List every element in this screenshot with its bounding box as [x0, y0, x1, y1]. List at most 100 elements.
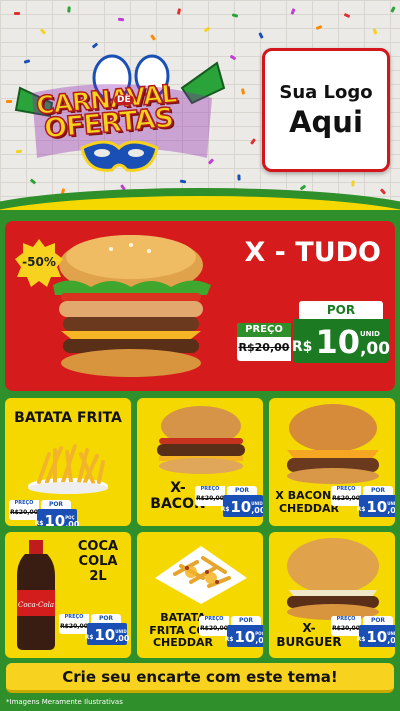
new-price-box: R$ 10 UNID ,00	[291, 319, 391, 363]
price-cents: ,00	[387, 506, 395, 515]
confetti-piece	[290, 8, 296, 15]
price-cents: ,00	[387, 636, 395, 645]
old-price-box: PREÇO R$20,00	[59, 614, 89, 634]
preco-label: PREÇO	[59, 614, 89, 621]
por-label: POR	[363, 616, 393, 625]
confetti-piece	[237, 174, 241, 181]
preco-label: PREÇO	[199, 616, 229, 623]
header-banner: CARNAVAL DE OFERTAS Sua Logo Aqui	[0, 0, 400, 210]
confetti-piece	[176, 8, 182, 15]
por-label: POR	[299, 301, 383, 319]
featured-product-name: X - TUDO	[244, 237, 381, 268]
product-price-tag: PREÇO R$20,00PORR$10POÇ,00	[9, 486, 80, 527]
svg-text:Coca-Cola: Coca-Cola	[18, 601, 54, 609]
preco-label: PREÇO	[9, 500, 39, 507]
new-price-box: R$10POÇ,00	[224, 625, 263, 647]
cta-banner[interactable]: Crie seu encarte com este tema!	[6, 663, 394, 693]
confetti-piece	[379, 188, 387, 195]
logo-text-line1: Sua Logo	[279, 81, 373, 103]
discount-badge-text: -50%	[22, 255, 56, 269]
confetti-piece	[343, 12, 351, 19]
confetti-piece	[67, 6, 71, 13]
product-card-batata-frita-cheddar[interactable]: BATATA FRITA COM CHEDDARPREÇOR$20,00PORR…	[137, 532, 263, 658]
confetti-piece	[14, 12, 20, 15]
old-price: R$20,00	[10, 509, 38, 516]
confetti-piece	[351, 180, 355, 187]
old-price: R$20,00	[60, 623, 88, 630]
preco-label: PREÇO	[331, 616, 361, 623]
new-price-box: R$10POÇ,00	[34, 509, 80, 527]
product-price-tag: PREÇO R$20,00PORR$10UNID,00	[331, 602, 395, 652]
old-price-box: PREÇO R$20,00	[195, 486, 225, 506]
price-cents: ,00	[65, 520, 80, 527]
por-label: POR	[231, 616, 261, 625]
preco-label: PREÇO	[195, 486, 225, 493]
confetti-piece	[315, 24, 323, 31]
product-card-x-bacon[interactable]: X- BACON PREÇO R$20,00 POR R$ 10 UNID ,00	[137, 398, 263, 526]
price-cents: ,00	[359, 339, 391, 359]
carnaval-de-label: DE	[114, 95, 134, 105]
confetti-piece	[258, 32, 264, 39]
price-cents: ,00	[255, 636, 263, 645]
currency-symbol: R$	[34, 520, 44, 526]
featured-product-card[interactable]: -50% X - TUDO PREÇO R$20,00 POR R$ 10 UN…	[5, 221, 395, 391]
preco-label: PREÇO	[331, 486, 361, 493]
old-price-box: PREÇO R$20,00	[331, 616, 361, 636]
product-price-tag: PREÇO R$20,00PORR$10UNID,00	[195, 472, 263, 522]
old-price: R$20,00	[332, 495, 360, 502]
product-price-tag: PREÇO R$20,00PORR$10UNID,00	[59, 600, 130, 650]
price-integer: 10	[366, 498, 388, 516]
confetti-piece	[39, 28, 47, 35]
product-card-x-bacon-cheddar[interactable]: X BACON E CHEDDARPREÇOR$20,00PORR$10UNID…	[269, 398, 395, 526]
batata-frita-cheddar-image	[155, 546, 247, 604]
logo-text-line2: Aqui	[289, 104, 363, 139]
confetti-piece	[117, 17, 125, 22]
currency-symbol: R$	[356, 506, 366, 513]
currency-symbol: R$	[220, 506, 230, 513]
product-name: COCA COLA 2L	[77, 539, 119, 584]
confetti-piece	[390, 6, 396, 13]
por-label: POR	[363, 486, 393, 495]
price-cents: ,00	[115, 634, 130, 643]
por-label: POR	[227, 486, 257, 495]
confetti-piece	[299, 184, 307, 191]
por-label: POR	[91, 614, 121, 623]
old-price-box: PREÇO R$20,00	[331, 486, 361, 506]
new-price-box: R$10UNID,00	[220, 495, 263, 517]
disclaimer-text: *Imagens Meramente Ilustrativas	[6, 698, 123, 706]
price-integer: 10	[94, 626, 116, 644]
new-price-box: R$10UNID,00	[356, 495, 395, 517]
currency-symbol: R$	[224, 636, 234, 643]
product-price-tag: PREÇO R$20,00PORR$10UNID,00	[331, 472, 395, 522]
price-integer: 10	[234, 628, 256, 646]
currency-symbol: R$	[84, 634, 94, 641]
confetti-piece	[250, 138, 256, 145]
currency-symbol: R$	[291, 339, 313, 355]
old-price: R$20,00	[238, 341, 290, 354]
por-label: POR	[41, 500, 71, 509]
old-price: R$20,00	[196, 495, 224, 502]
featured-price-tag: PREÇO R$20,00 POR R$ 10 UNID ,00	[237, 301, 391, 363]
price-unit: UNID	[359, 330, 380, 338]
coca-cola-image: Coca-Cola	[17, 540, 55, 650]
confetti-piece	[231, 13, 239, 18]
logo-placeholder[interactable]: Sua Logo Aqui	[262, 48, 390, 172]
preco-label: PREÇO	[237, 323, 291, 337]
price-cents: ,00	[251, 506, 263, 515]
product-name: BATATA FRITA	[14, 410, 122, 426]
old-price-box: PREÇO R$20,00	[199, 616, 229, 636]
new-price-box: R$10UNID,00	[84, 623, 130, 645]
price-integer: 10	[366, 628, 388, 646]
old-price: R$20,00	[332, 625, 360, 632]
old-price-box: PREÇO R$20,00	[237, 323, 291, 361]
old-price: R$20,00	[200, 625, 228, 632]
x-bacon-image	[157, 406, 245, 474]
price-integer: 10	[230, 498, 252, 516]
price-integer: 10	[315, 323, 360, 361]
new-price-box: R$10UNID,00	[357, 625, 395, 647]
product-card-batata-frita[interactable]: BATATA FRITA PREÇO R$20,00 POR R$ 10 POÇ ,00	[5, 398, 131, 526]
confetti-piece	[203, 26, 211, 33]
product-card-x-burguer[interactable]: X- BURGUERPREÇOR$20,00PORR$10UNID,00	[269, 532, 395, 658]
product-card-coca-cola[interactable]: Coca-Cola COCA COLA 2L PREÇO R$20,00 POR R$ 10…	[5, 532, 131, 658]
old-price-box: PREÇO R$20,00	[9, 500, 39, 520]
